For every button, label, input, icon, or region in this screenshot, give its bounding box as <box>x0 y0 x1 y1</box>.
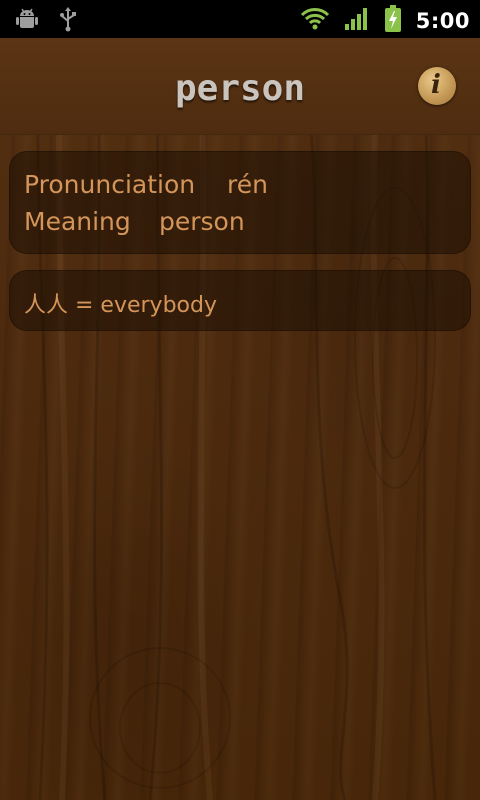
pronunciation-row: Pronunciation rén <box>24 170 268 199</box>
signal-icon <box>344 6 370 36</box>
info-icon: i <box>431 70 441 100</box>
pronunciation-value: rén <box>227 170 268 199</box>
example-card[interactable]: 人人 = everybody <box>9 270 471 331</box>
meaning-label: Meaning <box>24 207 131 236</box>
usb-icon <box>58 6 78 36</box>
system-icons: 5:00 <box>300 5 470 37</box>
meaning-row: Meaning person <box>24 207 245 236</box>
pronunciation-label: Pronunciation <box>24 170 196 199</box>
details-card: Pronunciation rén Meaning person <box>9 151 471 254</box>
app-header: person <box>0 38 480 135</box>
status-clock: 5:00 <box>415 9 470 33</box>
page-title: person <box>174 68 306 109</box>
notification-icons <box>14 6 78 36</box>
battery-charging-icon <box>384 5 402 37</box>
meaning-value: person <box>159 207 245 236</box>
status-bar: 5:00 <box>0 0 480 38</box>
example-text: 人人 = everybody <box>24 293 217 318</box>
wifi-icon <box>300 6 330 36</box>
info-button[interactable]: i <box>418 67 456 105</box>
android-debug-icon <box>14 6 40 36</box>
